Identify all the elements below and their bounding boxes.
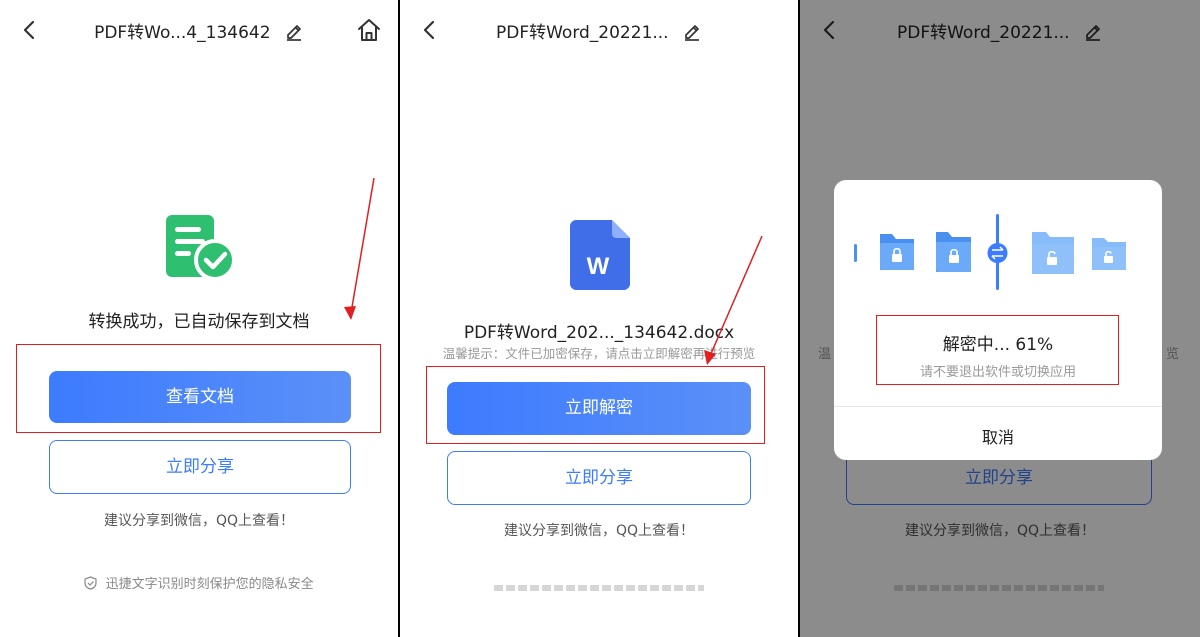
panel-decrypting: PDF转Word_20221... 温 览 立即分享 建议分享到微信，QQ上查看… [800, 0, 1200, 637]
cancel-button[interactable]: 取消 [834, 424, 1162, 448]
annotation-highlight-box [426, 366, 765, 444]
panel-encrypted-file: PDF转Word_20221... W PDF转Word_202..._1346… [400, 0, 798, 637]
dialog-divider [834, 406, 1162, 407]
page-title-text: PDF转Wo...4_134642 [94, 23, 271, 43]
shield-icon [84, 576, 98, 590]
share-now-button[interactable]: 立即分享 [49, 440, 351, 494]
pencil-icon[interactable] [682, 21, 702, 41]
swap-icon [987, 243, 1008, 263]
unlocked-folder-icon [1092, 238, 1126, 270]
header: PDF转Wo...4_134642 [0, 0, 398, 62]
share-hint: 建议分享到微信，QQ上查看！ [503, 523, 695, 539]
page-title: PDF转Word_20221... [400, 18, 798, 43]
header: PDF转Word_20221... [400, 0, 798, 62]
pencil-icon[interactable] [284, 21, 304, 41]
panel-conversion-success: PDF转Wo...4_134642 转换成功，已自动保存到文档 查看文档 立即分… [0, 0, 398, 637]
share-now-button[interactable]: 立即分享 [447, 451, 751, 505]
decrypt-progress-dialog: 解密中... 61% 请不要退出软件或切换应用 取消 [834, 180, 1162, 460]
word-file-letter: W [587, 253, 610, 280]
page-title: PDF转Wo...4_134642 [0, 18, 398, 43]
home-icon[interactable] [356, 17, 382, 43]
locked-folder-icon [880, 234, 914, 270]
word-file-icon: W [570, 220, 630, 290]
annotation-highlight-box [16, 344, 381, 433]
annotation-arrow [704, 235, 763, 365]
privacy-text: 迅捷文字识别时刻保护您的隐私安全 [105, 577, 314, 592]
decrypt-animation [854, 214, 1126, 290]
page-title-text: PDF转Word_20221... [495, 23, 669, 43]
cut-off-privacy-note [494, 585, 704, 591]
privacy-note: 迅捷文字识别时刻保护您的隐私安全 [0, 573, 398, 592]
annotation-highlight-box [876, 315, 1119, 385]
unlocked-folder-icon [1032, 232, 1074, 274]
share-hint: 建议分享到微信，QQ上查看！ [103, 513, 295, 529]
locked-folder-icon [936, 232, 971, 272]
document-check-icon [166, 215, 236, 281]
annotation-arrow [344, 177, 375, 320]
